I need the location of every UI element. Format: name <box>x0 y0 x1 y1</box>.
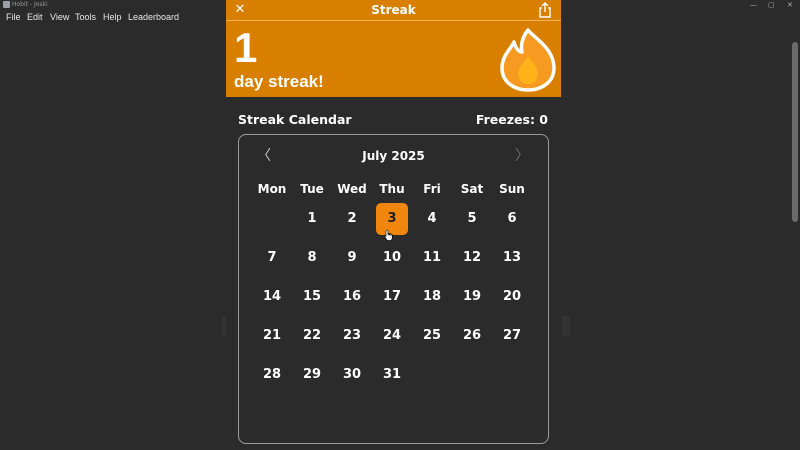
day-cell[interactable]: 29 <box>296 359 328 391</box>
day-cell[interactable]: 11 <box>416 242 448 274</box>
day-cell[interactable]: 1 <box>296 203 328 235</box>
minimize-button[interactable]: — <box>750 0 757 10</box>
weekday-tue: Tue <box>300 182 324 196</box>
menu-leaderboard[interactable]: Leaderboard <box>128 10 179 24</box>
menu-file[interactable]: File <box>6 10 21 24</box>
streak-calendar-title: Streak Calendar <box>238 112 352 127</box>
day-cell[interactable]: 9 <box>336 242 368 274</box>
day-cell[interactable]: 21 <box>256 320 288 352</box>
weekday-sun: Sun <box>499 182 525 196</box>
day-cell[interactable]: 2 <box>336 203 368 235</box>
streak-count: 1 <box>234 24 258 71</box>
day-cell[interactable]: 18 <box>416 281 448 313</box>
window-close-button[interactable]: ✕ <box>787 0 793 10</box>
day-cell[interactable]: 16 <box>336 281 368 313</box>
day-cell[interactable]: 26 <box>456 320 488 352</box>
chevron-right-icon: 〉 <box>515 148 529 164</box>
day-cell[interactable]: 19 <box>456 281 488 313</box>
day-cell[interactable]: 12 <box>456 242 488 274</box>
app-icon <box>3 1 10 8</box>
day-cell[interactable]: 4 <box>416 203 448 235</box>
streak-panel: ✕ Streak 1 day streak! Streak Calendar F… <box>226 0 561 450</box>
day-cell[interactable]: 5 <box>456 203 488 235</box>
panel-header: ✕ Streak <box>226 0 561 21</box>
day-cell[interactable]: 8 <box>296 242 328 274</box>
freezes-count: Freezes: 0 <box>475 112 548 127</box>
day-cell[interactable]: 17 <box>376 281 408 313</box>
streak-hero: 1 day streak! <box>226 21 561 97</box>
day-cell[interactable]: 14 <box>256 281 288 313</box>
day-cell[interactable]: 7 <box>256 242 288 274</box>
day-cell[interactable]: 25 <box>416 320 448 352</box>
weekday-thu: Thu <box>379 182 405 196</box>
flame-icon <box>500 28 556 92</box>
scrollbar-thumb[interactable] <box>792 42 798 222</box>
day-cell[interactable]: 28 <box>256 359 288 391</box>
menu-edit[interactable]: Edit <box>27 10 43 24</box>
mouse-cursor-icon <box>384 229 393 241</box>
share-button[interactable] <box>536 1 554 19</box>
day-cell[interactable]: 31 <box>376 359 408 391</box>
panel-title: Streak <box>371 3 416 17</box>
streak-label: day streak! <box>234 72 324 91</box>
weekday-sat: Sat <box>460 182 484 196</box>
day-cell[interactable]: 24 <box>376 320 408 352</box>
maximize-button[interactable]: ▢ <box>768 0 775 10</box>
weekday-fri: Fri <box>423 182 441 196</box>
share-icon <box>539 2 551 18</box>
day-cell[interactable]: 20 <box>496 281 528 313</box>
right-edge-handle <box>562 316 570 336</box>
day-cell[interactable]: 15 <box>296 281 328 313</box>
day-cell[interactable]: 10 <box>376 242 408 274</box>
month-label: July 2025 <box>362 149 425 163</box>
menu-help[interactable]: Help <box>103 10 122 24</box>
day-cell[interactable]: 13 <box>496 242 528 274</box>
day-cell[interactable]: 6 <box>496 203 528 235</box>
menu-tools[interactable]: Tools <box>75 10 96 24</box>
weekday-wed: Wed <box>337 182 367 196</box>
weekday-mon: Mon <box>257 182 287 196</box>
next-month-button[interactable]: 〉 <box>515 147 529 165</box>
window-title: Hobit - Joski <box>12 1 48 8</box>
day-cell[interactable]: 23 <box>336 320 368 352</box>
calendar: 〈 July 2025 〉 Mon Tue Wed Thu Fri Sat Su… <box>238 134 549 444</box>
menu-view[interactable]: View <box>50 10 69 24</box>
day-cell[interactable]: 22 <box>296 320 328 352</box>
day-cell[interactable]: 27 <box>496 320 528 352</box>
day-cell[interactable]: 30 <box>336 359 368 391</box>
